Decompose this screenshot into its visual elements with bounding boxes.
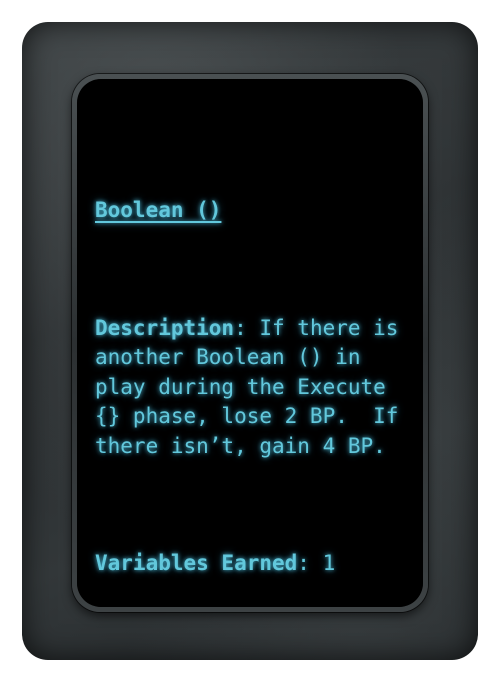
variables-value: 1	[322, 551, 336, 575]
variables-paragraph: Variables Earned: 1	[95, 549, 415, 579]
variables-label: Variables Earned	[95, 551, 298, 575]
description-paragraph: Description: If there is another Boolean…	[95, 314, 415, 462]
card-title: Boolean ()	[95, 198, 222, 222]
variables-separator: :	[297, 551, 323, 575]
card-text: Boolean () Description: If there is anot…	[95, 137, 415, 638]
screen-bezel: Boolean () Description: If there is anot…	[72, 74, 428, 612]
description-label: Description	[95, 315, 235, 340]
card-screen: Boolean () Description: If there is anot…	[77, 79, 423, 607]
card-frame: Boolean () Description: If there is anot…	[22, 22, 478, 660]
description-separator: :	[234, 315, 260, 340]
